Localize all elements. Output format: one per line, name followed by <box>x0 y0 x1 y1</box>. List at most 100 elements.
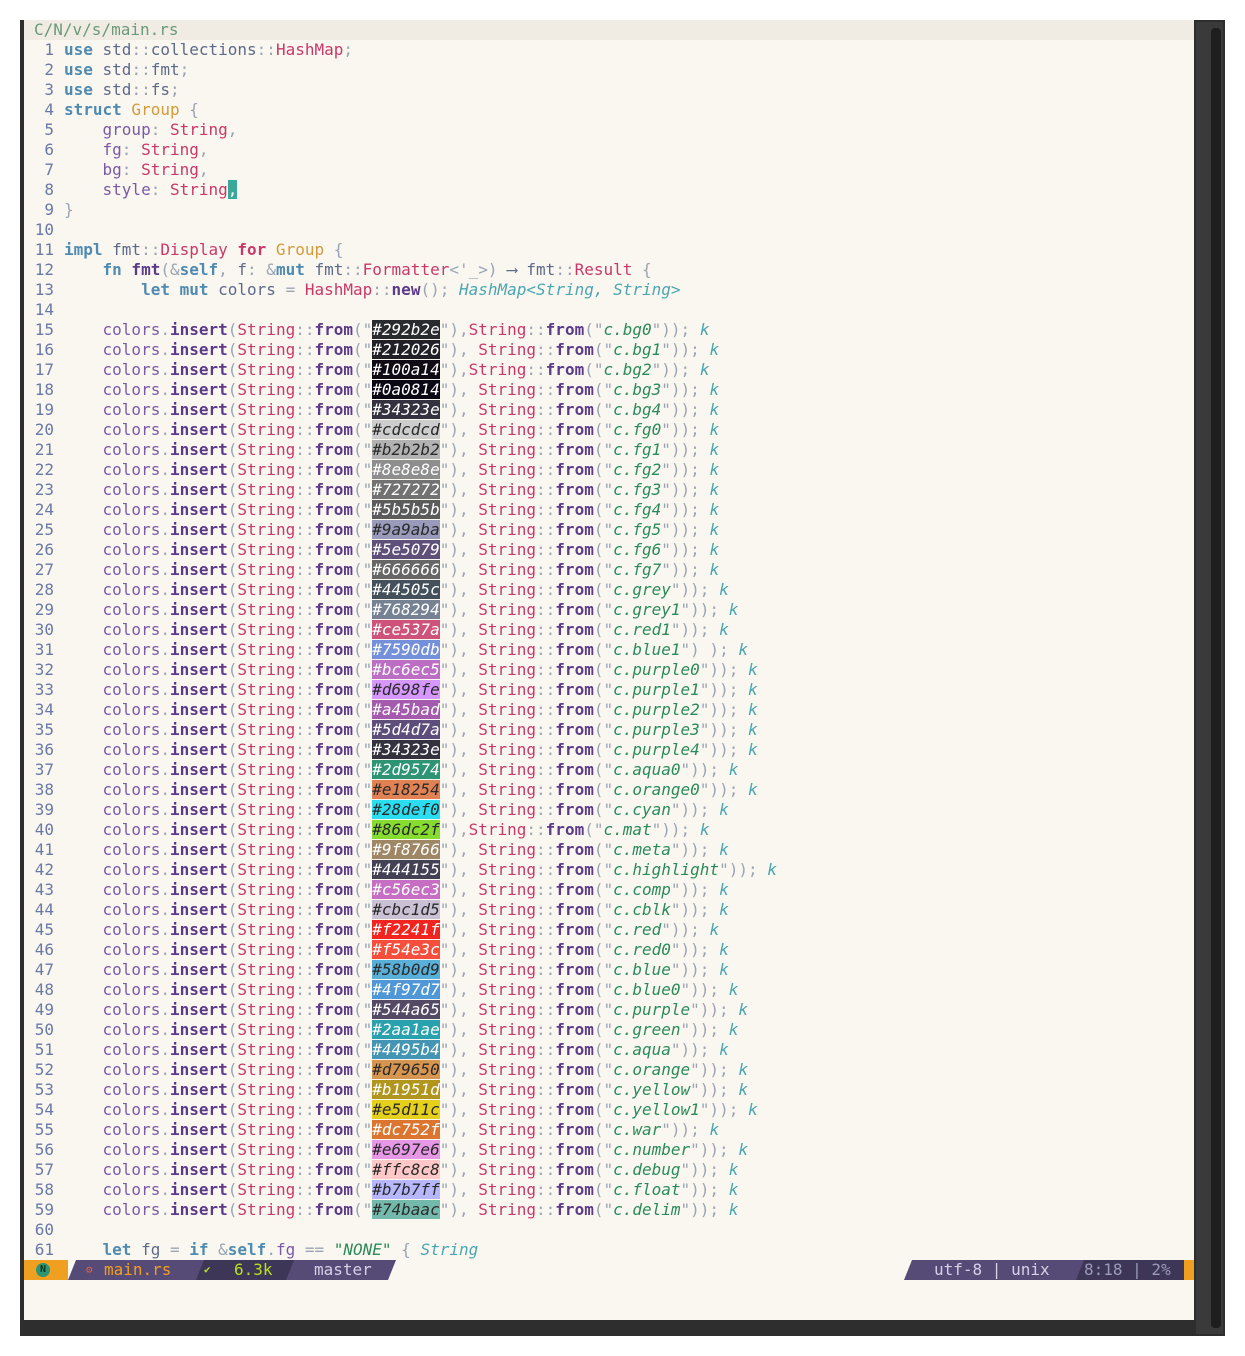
code-line[interactable]: 12 fn fmt(&self, f: &mut fmt::Formatter<… <box>24 260 1194 280</box>
code-token: "), <box>439 740 479 759</box>
code-line[interactable]: 24 colors.insert(String::from("#5b5b5b")… <box>24 500 1194 520</box>
code-line[interactable]: 20 colors.insert(String::from("#cdcdcd")… <box>24 420 1194 440</box>
code-line[interactable]: 43 colors.insert(String::from("#c56ec3")… <box>24 880 1194 900</box>
line-number: 14 <box>34 300 54 319</box>
code-line[interactable]: 41 colors.insert(String::from("#9f8766")… <box>24 840 1194 860</box>
code-token: :: <box>295 1180 315 1199</box>
code-token: colors <box>64 420 161 439</box>
code-line[interactable]: 36 colors.insert(String::from("#34323e")… <box>24 740 1194 760</box>
code-line[interactable]: 26 colors.insert(String::from("#5e5079")… <box>24 540 1194 560</box>
code-line[interactable]: 6 fg: String, <box>24 140 1194 160</box>
code-line[interactable]: 57 colors.insert(String::from("#ffc8c8")… <box>24 1160 1194 1180</box>
code-token: { <box>632 260 652 279</box>
code-line[interactable]: 38 colors.insert(String::from("#e18254")… <box>24 780 1194 800</box>
group-name: c.purple4 <box>613 740 700 759</box>
code-line[interactable]: 18 colors.insert(String::from("#0a0814")… <box>24 380 1194 400</box>
code-line[interactable]: 29 colors.insert(String::from("#768294")… <box>24 600 1194 620</box>
code-line[interactable]: 60 <box>24 1220 1194 1240</box>
code-token: k <box>709 340 720 359</box>
code-token: String <box>478 740 537 759</box>
code-line[interactable]: 4 struct Group { <box>24 100 1194 120</box>
code-token: (" <box>593 700 614 719</box>
line-number: 26 <box>34 540 54 559</box>
encoding-segment: utf-8 | unix <box>904 1260 1084 1280</box>
code-line[interactable]: 3 use std::fs; <box>24 80 1194 100</box>
code-line[interactable]: 35 colors.insert(String::from("#5d4d7a")… <box>24 720 1194 740</box>
code-line[interactable]: 40 colors.insert(String::from("#86dc2f")… <box>24 820 1194 840</box>
code-line[interactable]: 61 let fg = if &self.fg == "NONE" { Stri… <box>24 1240 1194 1260</box>
scrollbar-thumb[interactable] <box>1211 28 1221 1328</box>
code-line[interactable]: 17 colors.insert(String::from("#100a14")… <box>24 360 1194 380</box>
code-line[interactable]: 27 colors.insert(String::from("#666666")… <box>24 560 1194 580</box>
color-swatch: #9f8766 <box>372 840 440 859</box>
code-line[interactable]: 46 colors.insert(String::from("#f54e3c")… <box>24 940 1194 960</box>
code-token: ( <box>227 520 238 539</box>
code-line[interactable]: 28 colors.insert(String::from("#44505c")… <box>24 580 1194 600</box>
code-token: ")); <box>699 680 748 699</box>
color-swatch: #ffc8c8 <box>372 1160 440 1179</box>
code-token: colors <box>64 800 161 819</box>
code-line[interactable]: 51 colors.insert(String::from("#4495b4")… <box>24 1040 1194 1060</box>
code-line[interactable]: 37 colors.insert(String::from("#2d9574")… <box>24 760 1194 780</box>
code-line[interactable]: 48 colors.insert(String::from("#4f97d7")… <box>24 980 1194 1000</box>
code-token: colors <box>64 620 161 639</box>
branch-segment[interactable]: master <box>286 1260 396 1280</box>
code-line[interactable]: 14 <box>24 300 1194 320</box>
code-token: : <box>121 140 142 159</box>
code-line[interactable]: 30 colors.insert(String::from("#ce537a")… <box>24 620 1194 640</box>
code-token: ")); <box>699 740 748 759</box>
code-line[interactable]: 42 colors.insert(String::from("#444155")… <box>24 860 1194 880</box>
code-line[interactable]: 53 colors.insert(String::from("#b1951d")… <box>24 1080 1194 1100</box>
code-token: from <box>314 880 353 899</box>
code-line[interactable]: 13 let mut colors = HashMap::new(); Hash… <box>24 280 1194 300</box>
code-token: :: <box>295 360 315 379</box>
code-line[interactable]: 21 colors.insert(String::from("#b2b2b2")… <box>24 440 1194 460</box>
line-number: 60 <box>34 1220 54 1239</box>
code-line[interactable]: 5 group: String, <box>24 120 1194 140</box>
code-line[interactable]: 58 colors.insert(String::from("#b7b7ff")… <box>24 1180 1194 1200</box>
line-number: 7 <box>44 160 54 179</box>
code-token: (" <box>593 960 614 979</box>
code-token: String <box>237 700 296 719</box>
code-line[interactable]: 22 colors.insert(String::from("#8e8e8e")… <box>24 460 1194 480</box>
code-line[interactable]: 52 colors.insert(String::from("#d79650")… <box>24 1060 1194 1080</box>
code-line[interactable]: 11 impl fmt::Display for Group { <box>24 240 1194 260</box>
code-line[interactable]: 32 colors.insert(String::from("#bc6ec5")… <box>24 660 1194 680</box>
code-line[interactable]: 8 style: String, <box>24 180 1194 200</box>
code-line[interactable]: 1 use std::collections::HashMap; <box>24 40 1194 60</box>
code-line[interactable]: 50 colors.insert(String::from("#2aa1ae")… <box>24 1020 1194 1040</box>
group-name: c.meta <box>613 840 671 859</box>
code-token: (" <box>593 500 614 519</box>
group-name: c.bg2 <box>603 360 652 379</box>
code-token: from <box>555 500 594 519</box>
code-token: String <box>237 940 296 959</box>
code-line[interactable]: 56 colors.insert(String::from("#e697e6")… <box>24 1140 1194 1160</box>
code-line[interactable]: 7 bg: String, <box>24 160 1194 180</box>
code-line[interactable]: 33 colors.insert(String::from("#d698fe")… <box>24 680 1194 700</box>
code-line[interactable]: 23 colors.insert(String::from("#727272")… <box>24 480 1194 500</box>
code-line[interactable]: 44 colors.insert(String::from("#cbc1d5")… <box>24 900 1194 920</box>
code-line[interactable]: 19 colors.insert(String::from("#34323e")… <box>24 400 1194 420</box>
editor-pane[interactable]: C/N/v/s/main.rs 1 use std::collections::H… <box>24 20 1194 1320</box>
code-token: ( <box>227 540 238 559</box>
code-line[interactable]: 54 colors.insert(String::from("#e5d11c")… <box>24 1100 1194 1120</box>
code-token: :: <box>536 780 556 799</box>
code-line[interactable]: 9} <box>24 200 1194 220</box>
line-text: colors.insert(String::from("#768294"), S… <box>64 600 738 620</box>
code-token: (" <box>593 1140 614 1159</box>
code-line[interactable]: 45 colors.insert(String::from("#f2241f")… <box>24 920 1194 940</box>
code-token: ")); <box>661 420 710 439</box>
code-line[interactable]: 59 colors.insert(String::from("#74baac")… <box>24 1200 1194 1220</box>
status-file-name: main.rs <box>104 1260 172 1279</box>
code-line[interactable]: 34 colors.insert(String::from("#a45bad")… <box>24 700 1194 720</box>
code-line[interactable]: 55 colors.insert(String::from("#dc752f")… <box>24 1120 1194 1140</box>
code-line[interactable]: 31 colors.insert(String::from("#7590db")… <box>24 640 1194 660</box>
code-line[interactable]: 39 colors.insert(String::from("#28def0")… <box>24 800 1194 820</box>
code-line[interactable]: 15 colors.insert(String::from("#292b2e")… <box>24 320 1194 340</box>
code-line[interactable]: 47 colors.insert(String::from("#58b0d9")… <box>24 960 1194 980</box>
code-line[interactable]: 49 colors.insert(String::from("#544a65")… <box>24 1000 1194 1020</box>
code-line[interactable]: 16 colors.insert(String::from("#212026")… <box>24 340 1194 360</box>
code-line[interactable]: 2 use std::fmt; <box>24 60 1194 80</box>
code-line[interactable]: 10 <box>24 220 1194 240</box>
code-line[interactable]: 25 colors.insert(String::from("#9a9aba")… <box>24 520 1194 540</box>
